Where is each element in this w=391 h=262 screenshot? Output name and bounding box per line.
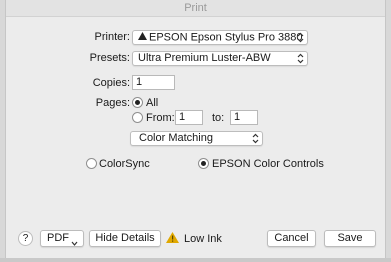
printer-popup[interactable]: EPSON Epson Stylus Pro 3880	[132, 30, 308, 45]
window-title: Print	[6, 0, 385, 17]
epson-color-controls-radio[interactable]	[198, 158, 209, 169]
colorsync-radio[interactable]	[86, 158, 97, 169]
pdf-menu-button[interactable]: PDF	[40, 230, 84, 247]
print-dialog: Print Printer: EPSON Epson Stylus Pro 38…	[5, 0, 386, 262]
chevron-up-down-icon	[296, 52, 304, 65]
cancel-button[interactable]: Cancel	[267, 230, 316, 247]
copies-field[interactable]: 1	[132, 75, 175, 90]
pages-label: Pages:	[95, 97, 130, 109]
pages-all-label: All	[146, 97, 159, 109]
pages-from-label: From:	[146, 112, 175, 124]
chevron-up-down-icon	[251, 132, 259, 145]
copies-label: Copies:	[92, 77, 130, 89]
help-button[interactable]: ?	[18, 231, 33, 246]
pages-to-label: to:	[212, 112, 225, 124]
save-button[interactable]: Save	[324, 230, 376, 247]
epson-color-controls-label: EPSON Color Controls	[212, 158, 324, 170]
pdf-label: PDF	[47, 232, 69, 244]
warning-triangle-icon	[138, 31, 147, 44]
section-popup[interactable]: Color Matching	[130, 131, 263, 146]
warning-triangle-icon	[166, 232, 179, 246]
hide-details-button[interactable]: Hide Details	[89, 230, 161, 247]
pages-range-radio[interactable]	[132, 112, 143, 123]
background-window-edge	[0, 258, 391, 262]
presets-popup[interactable]: Ultra Premium Luster-ABW	[132, 51, 308, 66]
background-window-edge	[386, 0, 391, 262]
presets-value: Ultra Premium Luster-ABW	[138, 52, 271, 64]
pages-to-field[interactable]: 1	[230, 110, 258, 125]
printer-label: Printer:	[94, 31, 130, 43]
pages-from-field[interactable]: 1	[175, 110, 203, 125]
presets-label: Presets:	[89, 52, 130, 64]
pages-all-radio[interactable]	[132, 97, 143, 108]
low-ink-label[interactable]: Low Ink	[184, 233, 222, 245]
colorsync-label: ColorSync	[99, 158, 150, 170]
chevron-up-down-icon	[296, 31, 304, 44]
chevron-down-icon	[71, 236, 78, 251]
section-value: Color Matching	[139, 132, 213, 144]
printer-value: EPSON Epson Stylus Pro 3880	[149, 31, 303, 44]
